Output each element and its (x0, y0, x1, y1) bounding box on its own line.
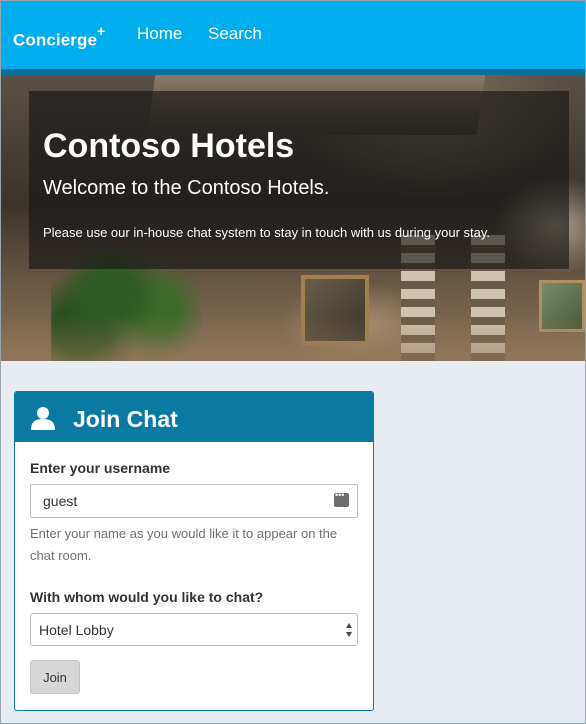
brand-name: Concierge (13, 30, 98, 50)
nav-link-home[interactable]: Home (137, 24, 182, 44)
select-updown-icon (346, 623, 352, 637)
hero-floor-image (1, 315, 585, 361)
join-chat-panel: Join Chat Enter your username Enter your… (14, 391, 374, 711)
hero-description: Please use our in-house chat system to s… (43, 225, 491, 240)
brand-plus: + (97, 23, 106, 39)
chat-with-select[interactable]: Hotel Lobby (30, 613, 358, 646)
username-label: Enter your username (30, 460, 171, 476)
username-help-text: Enter your name as you would like it to … (30, 526, 338, 563)
join-chat-header: Join Chat (15, 392, 373, 442)
autofill-icon[interactable] (334, 490, 349, 507)
user-icon (31, 407, 55, 430)
chat-with-label: With whom would you like to chat? (30, 589, 264, 605)
join-chat-title: Join Chat (73, 406, 178, 432)
hero-banner: Contoso Hotels Welcome to the Contoso Ho… (1, 75, 585, 361)
nav-link-search[interactable]: Search (208, 24, 262, 44)
join-button[interactable]: Join (30, 660, 80, 694)
brand-logo-link[interactable]: Concierge+ (13, 23, 106, 51)
hero-subtitle: Welcome to the Contoso Hotels. (43, 177, 330, 199)
top-navbar: Concierge+ Home Search (1, 1, 585, 69)
chat-with-selected-value: Hotel Lobby (39, 622, 114, 638)
hero-title: Contoso Hotels (43, 127, 295, 165)
hero-welcome-panel: Contoso Hotels Welcome to the Contoso Ho… (29, 91, 569, 269)
username-input[interactable] (30, 484, 358, 518)
